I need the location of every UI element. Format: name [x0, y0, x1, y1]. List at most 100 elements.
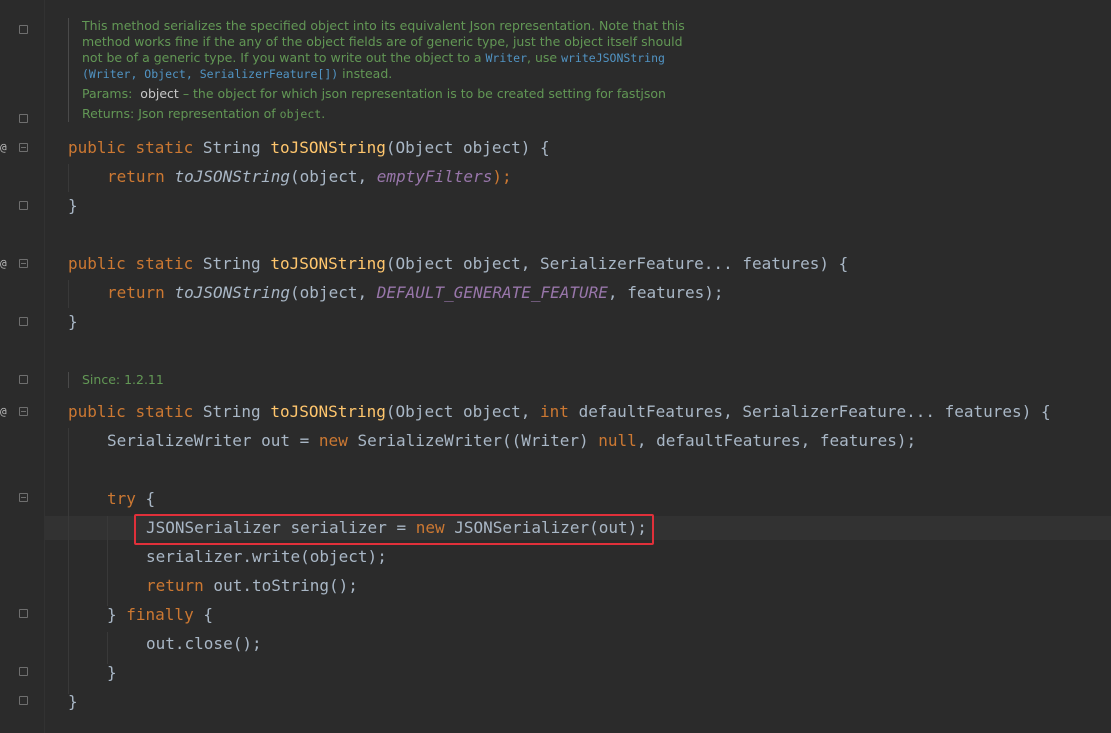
- code-line[interactable]: public static String toJSONString(Object…: [68, 254, 848, 274]
- javadoc-block: This method serializes the specified obj…: [68, 18, 685, 122]
- code-line[interactable]: try {: [107, 489, 155, 509]
- code-text: (Object object,: [385, 402, 541, 421]
- keyword: return: [146, 576, 204, 595]
- code-line[interactable]: SerializeWriter out = new SerializeWrite…: [107, 431, 916, 451]
- javadoc-since: Since: 1.2.11: [82, 372, 164, 387]
- keyword: int: [540, 402, 569, 421]
- keyword: public: [68, 254, 126, 273]
- indent-guide: [107, 632, 108, 664]
- code-text: }: [68, 196, 78, 215]
- javadoc-block: Since: 1.2.11: [68, 372, 164, 388]
- fold-marker-icon[interactable]: [19, 259, 28, 268]
- method-call: toJSONString: [174, 283, 291, 302]
- override-icon[interactable]: @: [0, 141, 10, 155]
- javadoc-line: This method serializes the specified obj…: [82, 18, 685, 33]
- fold-end-icon[interactable]: [19, 667, 28, 676]
- code-line[interactable]: }: [68, 196, 78, 216]
- keyword: null: [598, 431, 637, 450]
- keyword: static: [135, 138, 194, 157]
- keyword: finally: [126, 605, 194, 624]
- javadoc-line: not be of a generic type. If you want to…: [82, 50, 685, 66]
- static-field: emptyFilters: [376, 167, 493, 186]
- javadoc-text: not be of a generic type. If you want to…: [82, 50, 482, 65]
- annotation-highlight-box: [134, 514, 654, 545]
- fold-end-icon[interactable]: [19, 114, 28, 123]
- fold-marker-icon[interactable]: [19, 25, 28, 34]
- gutter-separator: [44, 0, 45, 733]
- javadoc-text: , use: [527, 50, 558, 65]
- code-line[interactable]: return out.toString();: [146, 576, 358, 596]
- keyword: static: [135, 402, 194, 421]
- code-line[interactable]: serializer.write(object);: [146, 547, 387, 567]
- javadoc-params: Params: object – the object for which js…: [82, 86, 685, 102]
- method-args-link[interactable]: (Writer, Object, SerializerFeature[]): [82, 67, 338, 81]
- override-icon[interactable]: @: [0, 257, 10, 271]
- code-text: defaultFeatures, SerializerFeature: [568, 402, 907, 421]
- type-name: String: [202, 402, 261, 421]
- code-text: }: [107, 605, 127, 624]
- write-json-string-link[interactable]: writeJSONString: [561, 51, 665, 65]
- code-line[interactable]: }: [107, 663, 117, 683]
- method-name: toJSONString: [270, 138, 386, 157]
- code-text: (Object object) {: [385, 138, 550, 157]
- code-text: , defaultFeatures, features);: [636, 431, 917, 450]
- code-line[interactable]: return toJSONString(object, DEFAULT_GENE…: [107, 283, 724, 303]
- code-text: {: [193, 605, 213, 624]
- fold-end-icon[interactable]: [19, 317, 28, 326]
- code-line[interactable]: }: [68, 692, 78, 712]
- method-name: toJSONString: [270, 402, 386, 421]
- param-name: object: [140, 86, 179, 101]
- type-name: String: [202, 254, 261, 273]
- code-line[interactable]: public static String toJSONString(Object…: [68, 138, 550, 158]
- code-text: (object,: [290, 167, 377, 186]
- code-text: }: [68, 312, 78, 331]
- returns-end: .: [321, 106, 326, 121]
- fold-end-icon[interactable]: [19, 609, 28, 618]
- code-line[interactable]: public static String toJSONString(Object…: [68, 402, 1051, 422]
- fold-marker-icon[interactable]: [19, 493, 28, 502]
- code-line[interactable]: return toJSONString(object, emptyFilters…: [107, 167, 512, 187]
- code-text: out.close();: [146, 634, 262, 653]
- keyword: static: [135, 254, 194, 273]
- indent-guide: [107, 516, 108, 606]
- code-text: }: [68, 692, 78, 711]
- method-name: toJSONString: [270, 254, 386, 273]
- code-text: }: [107, 663, 117, 682]
- code-text: ... features) {: [703, 254, 849, 273]
- fold-marker-icon[interactable]: [19, 375, 28, 384]
- code-text: ... features) {: [906, 402, 1051, 421]
- javadoc-returns: Returns: Json representation of object.: [82, 106, 685, 122]
- code-line[interactable]: out.close();: [146, 634, 262, 654]
- override-icon[interactable]: @: [0, 405, 10, 419]
- returns-desc: Json representation of: [138, 106, 276, 121]
- code-text: SerializeWriter((Writer): [347, 431, 599, 450]
- writer-link[interactable]: Writer: [485, 51, 527, 65]
- fold-end-icon[interactable]: [19, 696, 28, 705]
- keyword: public: [68, 402, 126, 421]
- static-field: DEFAULT_GENERATE_FEATURE: [376, 283, 608, 302]
- type-name: String: [202, 138, 261, 157]
- fold-end-icon[interactable]: [19, 201, 28, 210]
- returns-label: Returns:: [82, 106, 135, 121]
- returns-object: object: [279, 107, 322, 121]
- code-text: {: [135, 489, 156, 508]
- keyword: new: [318, 431, 348, 450]
- fold-marker-icon[interactable]: [19, 407, 28, 416]
- keyword: public: [68, 138, 126, 157]
- fold-marker-icon[interactable]: [19, 143, 28, 152]
- code-text: );: [492, 167, 512, 186]
- keyword: return: [107, 283, 165, 302]
- javadoc-text: instead.: [342, 66, 393, 81]
- indent-guide: [68, 280, 69, 308]
- javadoc-line: (Writer, Object, SerializerFeature[]) in…: [82, 66, 685, 82]
- method-call: toJSONString: [174, 167, 291, 186]
- code-text: serializer.write(object);: [146, 547, 387, 566]
- code-line[interactable]: } finally {: [107, 605, 213, 625]
- param-desc: – the object for which json representati…: [182, 86, 666, 101]
- code-text: out.toString();: [203, 576, 358, 595]
- code-text: , features);: [607, 283, 724, 302]
- params-label: Params:: [82, 86, 133, 101]
- javadoc-line: method works fine if the any of the obje…: [82, 34, 683, 49]
- code-text: SerializeWriter out =: [107, 431, 319, 450]
- code-line[interactable]: }: [68, 312, 78, 332]
